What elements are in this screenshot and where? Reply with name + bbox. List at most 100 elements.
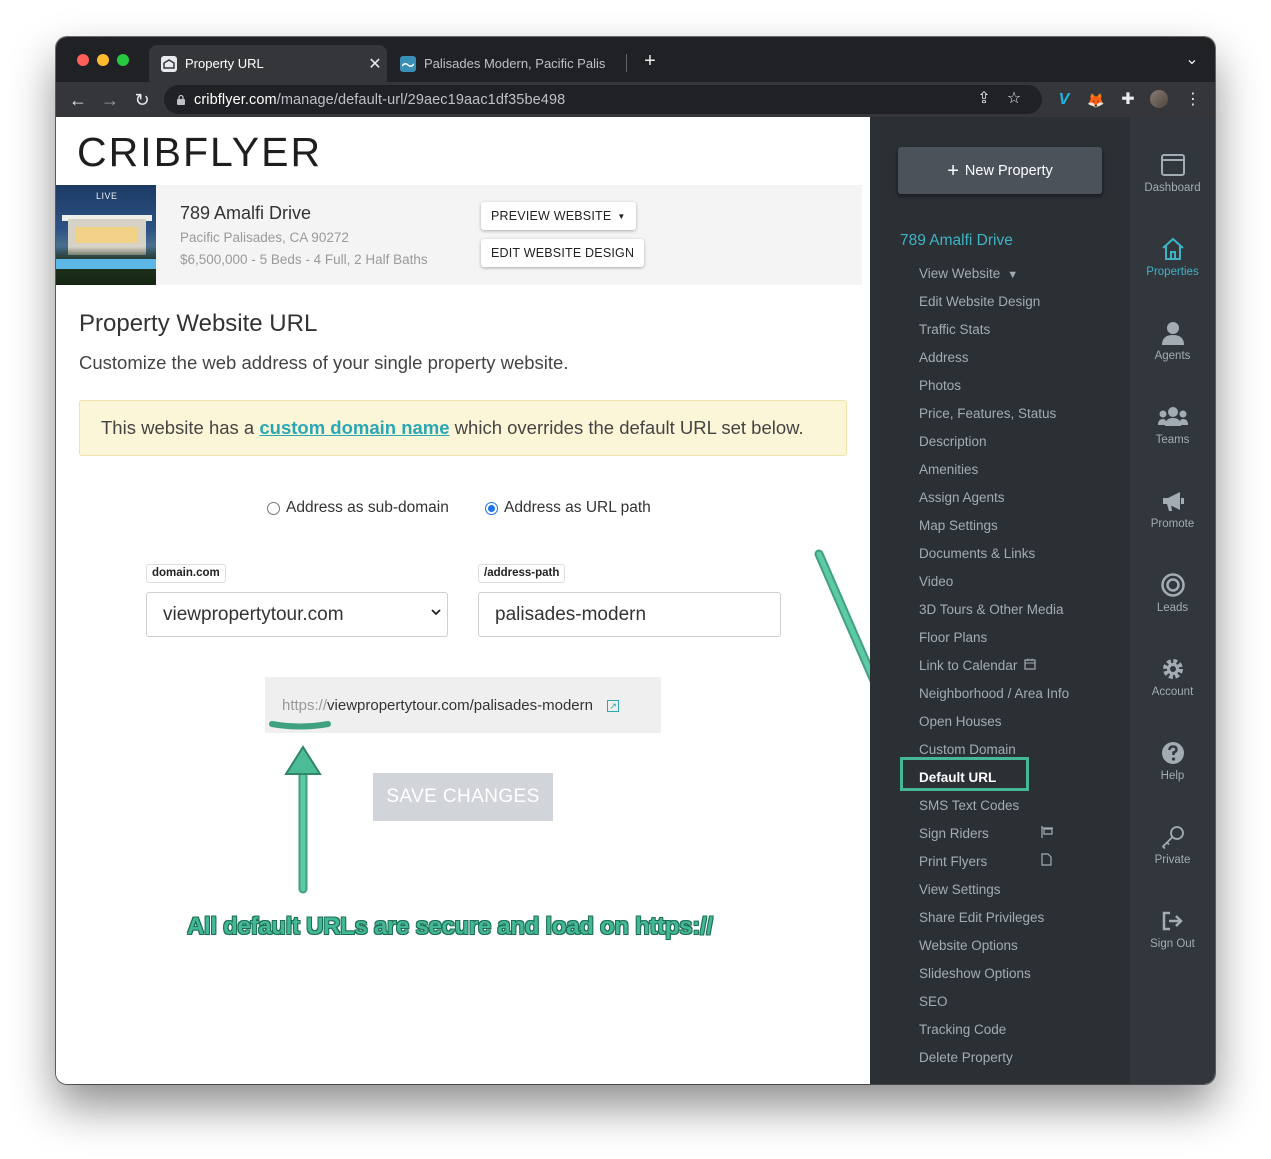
nav-account[interactable]: Account [1130, 656, 1215, 698]
browser-window: Property URL ✕ Palisades Modern, Pacific… [56, 37, 1215, 1084]
tab-search-button[interactable]: ⌄ [1182, 50, 1202, 70]
default-url-highlight [900, 757, 1029, 791]
browser-menu-icon[interactable]: ⋮ [1183, 90, 1203, 110]
tab-bar: Property URL ✕ Palisades Modern, Pacific… [56, 37, 1215, 82]
property-favicon-icon [400, 55, 416, 72]
sidebar-item-price-features-status[interactable]: Price, Features, Status [919, 400, 1119, 428]
preview-website-button[interactable]: PREVIEW WEBSITE ▼ [481, 202, 636, 230]
fox-extension-icon[interactable]: 🦊 [1086, 90, 1106, 110]
sidebar-item-assign-agents[interactable]: Assign Agents [919, 484, 1119, 512]
nav-teams[interactable]: Teams [1130, 404, 1215, 446]
zoom-window-button[interactable] [117, 54, 129, 66]
nav-help[interactable]: Help [1130, 740, 1215, 782]
sidebar-item-amenities[interactable]: Amenities [919, 456, 1119, 484]
sidebar-item-address[interactable]: Address [919, 344, 1119, 372]
sidebar-item-share-edit-privileges[interactable]: Share Edit Privileges [919, 904, 1119, 932]
sidebar-item-video[interactable]: Video [919, 568, 1119, 596]
calendar-icon [1024, 653, 1036, 681]
radio-subdomain-input[interactable] [267, 501, 280, 515]
new-property-button[interactable]: + New Property [898, 147, 1102, 194]
nav-leads[interactable]: Leads [1130, 572, 1215, 614]
puzzle-extensions-icon[interactable]: ✚ [1118, 90, 1138, 110]
property-thumbnail[interactable]: LIVE [56, 185, 156, 285]
lock-icon [177, 94, 185, 105]
sidebar-item-open-houses[interactable]: Open Houses [919, 708, 1119, 736]
custom-domain-link[interactable]: custom domain name [259, 417, 449, 438]
bookmark-star-icon[interactable]: ☆ [1004, 89, 1024, 109]
sidebar-item-view-website[interactable]: View Website ▼ [919, 260, 1119, 288]
reload-button[interactable]: ↻ [132, 90, 152, 110]
close-tab-icon[interactable]: ✕ [363, 54, 387, 74]
nav-agents[interactable]: Agents [1130, 320, 1215, 362]
resulting-url: https://viewpropertytour.com/palisades-m… [265, 677, 661, 733]
sidebar-item-traffic-stats[interactable]: Traffic Stats [919, 316, 1119, 344]
user-icon [1161, 322, 1184, 345]
main-nav-rail: Dashboard Properties Agents Teams Promot… [1130, 117, 1215, 1084]
megaphone-icon [1162, 492, 1184, 511]
sidebar-property-heading[interactable]: 789 Amalfi Drive [900, 232, 1013, 250]
chevron-down-icon [431, 605, 441, 619]
users-icon [1157, 407, 1188, 426]
house-pool [56, 259, 156, 269]
radio-subdomain[interactable]: Address as sub-domain [267, 499, 449, 517]
sidebar-item-tracking-code[interactable]: Tracking Code [919, 1016, 1119, 1044]
save-changes-button[interactable]: SAVE CHANGES [373, 773, 553, 821]
radio-url-path-label: Address as URL path [504, 499, 651, 516]
cribflyer-favicon-icon [161, 55, 177, 72]
sidebar-item-label: Print Flyers [919, 854, 988, 869]
sidebar-item-delete-property[interactable]: Delete Property [919, 1044, 1119, 1072]
external-link-icon[interactable]: ↗ [607, 700, 620, 713]
sidebar-item-3d-tours[interactable]: 3D Tours & Other Media [919, 596, 1119, 624]
sidebar-item-floor-plans[interactable]: Floor Plans [919, 624, 1119, 652]
property-city: Pacific Palisades, CA 90272 [180, 230, 349, 245]
back-button[interactable]: ← [68, 90, 88, 110]
new-tab-button[interactable]: + [640, 51, 660, 71]
property-card: LIVE 789 Amalfi Drive Pacific Palisades,… [56, 185, 862, 285]
caret-down-icon: ▼ [1007, 269, 1019, 281]
browser-toolbar: ← → ↻ cribflyer.com/manage/default-url/2… [56, 82, 1215, 117]
nav-promote[interactable]: Promote [1130, 488, 1215, 530]
address-path-input[interactable]: palisades-modern [478, 592, 781, 637]
sidebar-item-seo[interactable]: SEO [919, 988, 1119, 1016]
forward-button[interactable]: → [100, 90, 120, 110]
domain-select[interactable]: viewpropertytour.com [146, 592, 448, 637]
page-subtitle: Customize the web address of your single… [79, 352, 569, 373]
nav-label: Promote [1150, 518, 1195, 530]
nav-sign-out[interactable]: Sign Out [1130, 908, 1215, 950]
minimize-window-button[interactable] [97, 54, 109, 66]
page-content: CRIBFLYER LIVE 789 Amalfi Drive Pacific … [56, 117, 1215, 1084]
sidebar-item-website-options[interactable]: Website Options [919, 932, 1119, 960]
sidebar-item-link-to-calendar[interactable]: Link to Calendar [919, 652, 1119, 680]
radio-url-path-input[interactable] [485, 501, 498, 515]
sidebar-item-map-settings[interactable]: Map Settings [919, 512, 1119, 540]
sidebar-item-documents-links[interactable]: Documents & Links [919, 540, 1119, 568]
sidebar-item-view-settings[interactable]: View Settings [919, 876, 1119, 904]
nav-label: Agents [1154, 350, 1191, 362]
tab-palisades-modern[interactable]: Palisades Modern, Pacific Palis [388, 45, 618, 82]
plus-icon: + [947, 159, 959, 182]
nav-label: Properties [1146, 266, 1199, 278]
edit-website-design-button[interactable]: EDIT WEBSITE DESIGN [481, 239, 645, 267]
radio-subdomain-label: Address as sub-domain [286, 499, 449, 516]
tab-property-url[interactable]: Property URL ✕ [149, 45, 387, 82]
sidebar-item-slideshow-options[interactable]: Slideshow Options [919, 960, 1119, 988]
nav-dashboard[interactable]: Dashboard [1130, 152, 1215, 194]
sidebar-item-photos[interactable]: Photos [919, 372, 1119, 400]
alert-text-before: This website has a [101, 417, 260, 438]
profile-avatar[interactable] [1149, 90, 1169, 110]
new-property-label: New Property [964, 162, 1053, 179]
share-icon[interactable]: ⇪ [974, 89, 994, 109]
vimeo-extension-icon[interactable]: V [1054, 90, 1074, 110]
sidebar-item-sign-riders[interactable]: Sign Riders [919, 820, 1119, 848]
sidebar-item-sms-text-codes[interactable]: SMS Text Codes [919, 792, 1119, 820]
sidebar-item-print-flyers[interactable]: Print Flyers [919, 848, 1119, 876]
close-window-button[interactable] [77, 54, 89, 66]
sidebar-item-edit-website-design[interactable]: Edit Website Design [919, 288, 1119, 316]
radio-url-path[interactable]: Address as URL path [485, 499, 651, 517]
sidebar-item-neighborhood[interactable]: Neighborhood / Area Info [919, 680, 1119, 708]
address-bar[interactable]: cribflyer.com/manage/default-url/29aec19… [164, 85, 1042, 114]
nav-private[interactable]: Private [1130, 824, 1215, 866]
sidebar-item-description[interactable]: Description [919, 428, 1119, 456]
cribflyer-logo[interactable]: CRIBFLYER [77, 129, 322, 176]
nav-properties[interactable]: Properties [1130, 236, 1215, 278]
